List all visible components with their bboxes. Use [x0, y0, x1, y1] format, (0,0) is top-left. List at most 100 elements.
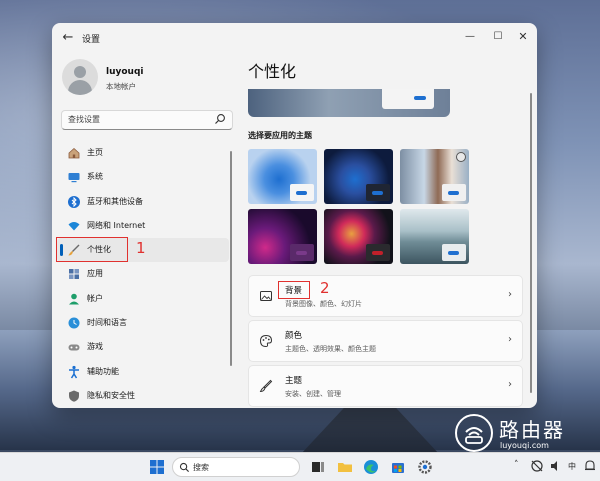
- sidebar-item-apps[interactable]: 应用: [57, 262, 229, 286]
- theme-flow[interactable]: [400, 209, 469, 264]
- task-view-icon[interactable]: [309, 458, 327, 476]
- theme-mini-window: [366, 184, 390, 201]
- theme-mini-accent: [448, 251, 459, 255]
- user-name: luyouqi: [106, 67, 144, 77]
- sidebar-nav: 主页 系统 蓝牙和其他设备 网络和 Internet 个性化 应用 帐户 时间和…: [57, 141, 232, 408]
- maximize-button[interactable]: ☐: [484, 27, 512, 47]
- brush-icon: [259, 379, 273, 393]
- router-logo-icon: [455, 414, 493, 452]
- sidebar-item-bluetooth[interactable]: 蓝牙和其他设备: [57, 190, 229, 214]
- sidebar-item-label: 蓝牙和其他设备: [87, 196, 143, 206]
- colors-setting-card[interactable]: 颜色 主题色、透明效果、颜色主题 ›: [248, 320, 523, 362]
- watermark-url: luyouqi.com: [500, 441, 549, 450]
- card-subtitle: 主题色、透明效果、颜色主题: [285, 345, 376, 353]
- theme-mini-accent: [296, 251, 307, 255]
- annotation-box-2: [278, 281, 310, 299]
- image-icon: [260, 291, 272, 301]
- search-input[interactable]: 查找设置: [61, 110, 233, 130]
- notification-bell-icon[interactable]: [584, 459, 596, 473]
- sidebar-item-home[interactable]: 主页: [57, 141, 229, 165]
- network-icon[interactable]: [530, 459, 544, 473]
- watermark-logo: 路由器 luyouqi.com: [455, 414, 595, 454]
- main-scrollbar[interactable]: [530, 93, 532, 393]
- home-icon: [68, 147, 80, 159]
- network-icon: [68, 221, 80, 231]
- back-arrow-icon[interactable]: ←: [60, 30, 76, 46]
- theme-glow[interactable]: [248, 209, 317, 264]
- user-profile[interactable]: luyouqi 本地帐户: [62, 59, 232, 99]
- theme-mini-accent: [372, 191, 383, 195]
- bluetooth-icon: [68, 195, 80, 208]
- avatar-body: [68, 80, 92, 95]
- theme-windows-dark[interactable]: [324, 149, 393, 204]
- ime-indicator[interactable]: 中: [568, 461, 576, 472]
- annotation-number-2: 2: [320, 279, 330, 297]
- minimize-button[interactable]: —: [456, 27, 484, 47]
- preview-window: [382, 89, 434, 109]
- theme-mini-accent: [448, 191, 459, 195]
- edge-browser-icon[interactable]: [362, 458, 380, 476]
- theme-mini-window: [290, 244, 314, 261]
- theme-mini-accent: [372, 251, 383, 255]
- apps-icon: [69, 269, 79, 280]
- card-title: 主题: [285, 376, 303, 386]
- annotation-number-1: 1: [136, 239, 146, 257]
- sidebar-item-label: 应用: [87, 269, 103, 279]
- store-icon[interactable]: [389, 458, 407, 476]
- sidebar-item-system[interactable]: 系统: [57, 165, 229, 189]
- card-subtitle: 背景图像、颜色、幻灯片: [285, 300, 362, 308]
- windows-start-icon[interactable]: [148, 458, 166, 476]
- file-explorer-icon[interactable]: [336, 458, 354, 476]
- sidebar-item-label: 辅助功能: [87, 366, 119, 376]
- page-title: 个性化: [248, 62, 297, 81]
- account-icon: [69, 293, 79, 305]
- card-subtitle: 安装、创建、管理: [285, 390, 341, 398]
- sidebar-item-gaming[interactable]: 游戏: [57, 335, 229, 359]
- themes-setting-card[interactable]: 主题 安装、创建、管理 ›: [248, 365, 523, 407]
- themes-grid: [248, 149, 470, 265]
- chevron-right-icon: ›: [508, 334, 512, 345]
- theme-preview: [248, 89, 450, 117]
- theme-mini-window: [442, 244, 466, 261]
- time-language-icon: [68, 317, 80, 329]
- sidebar-item-label: 网络和 Internet: [87, 220, 146, 230]
- sidebar-item-privacy[interactable]: 隐私和安全性: [57, 384, 229, 408]
- sidebar-item-label: 隐私和安全性: [87, 390, 135, 400]
- taskbar-search-label: 搜索: [193, 463, 209, 472]
- account-type: 本地帐户: [106, 82, 136, 91]
- search-icon: [179, 462, 190, 473]
- selected-theme-icon: [456, 152, 466, 162]
- themes-heading: 选择要应用的主题: [248, 131, 312, 140]
- search-placeholder: 查找设置: [68, 115, 100, 124]
- taskbar: 搜索 ˄ 中: [0, 452, 600, 481]
- search-icon: [215, 114, 225, 124]
- sidebar-item-label: 帐户: [87, 293, 103, 303]
- sidebar-item-accounts[interactable]: 帐户: [57, 287, 229, 311]
- window-title: 设置: [82, 35, 101, 45]
- theme-windows-light[interactable]: [248, 149, 317, 204]
- theme-mini-window: [442, 184, 466, 201]
- sidebar-item-network[interactable]: 网络和 Internet: [57, 214, 229, 238]
- chevron-up-icon[interactable]: ˄: [514, 460, 519, 470]
- theme-spotlight[interactable]: [400, 149, 469, 204]
- watermark-title: 路由器: [499, 418, 565, 442]
- sidebar-scrollbar[interactable]: [230, 151, 232, 366]
- avatar: [62, 59, 98, 95]
- sidebar-item-accessibility[interactable]: 辅助功能: [57, 360, 229, 384]
- card-title: 颜色: [285, 331, 303, 341]
- sidebar-item-time-language[interactable]: 时间和语言: [57, 311, 229, 335]
- volume-icon[interactable]: [549, 459, 563, 473]
- theme-mini-window: [290, 184, 314, 201]
- accessibility-icon: [69, 365, 79, 379]
- title-bar: ← 设置 — ☐ ✕: [52, 23, 537, 53]
- router-icon: [465, 427, 483, 444]
- gaming-icon: [68, 344, 80, 351]
- theme-captured-motion[interactable]: [324, 209, 393, 264]
- settings-window: ← 设置 — ☐ ✕ luyouqi 本地帐户 查找设置 主页 系统 蓝牙和其他…: [52, 23, 537, 408]
- close-button[interactable]: ✕: [509, 27, 537, 47]
- taskbar-search[interactable]: 搜索: [172, 457, 300, 477]
- chevron-right-icon: ›: [508, 289, 512, 300]
- shield-icon: [69, 390, 79, 402]
- settings-gear-icon[interactable]: [416, 458, 434, 476]
- annotation-box-1: [56, 237, 128, 262]
